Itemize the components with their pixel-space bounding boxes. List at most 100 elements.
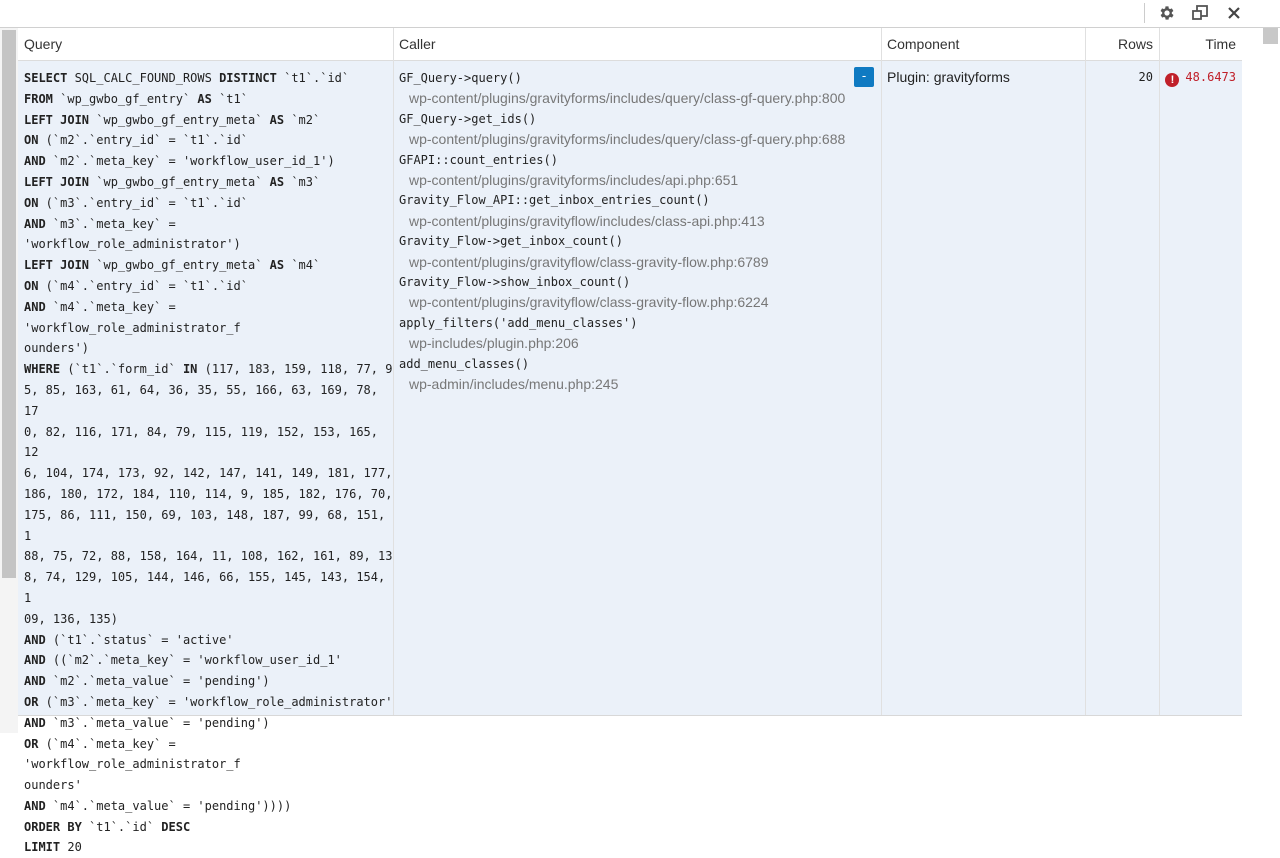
query-line: ON (`m3`.`entry_id` = `t1`.`id` — [24, 193, 393, 214]
query-line: 186, 180, 172, 184, 110, 114, 9, 185, 18… — [24, 484, 393, 505]
query-line: ounders' — [24, 775, 393, 796]
sql-text: 6, 104, 174, 173, 92, 142, 147, 141, 149… — [24, 466, 393, 481]
query-line: LEFT JOIN `wp_gwbo_gf_entry_meta` AS `m2… — [24, 110, 393, 131]
query-line: LEFT JOIN `wp_gwbo_gf_entry_meta` AS `m3… — [24, 172, 393, 193]
query-line: 09, 136, 135) — [24, 609, 393, 630]
close-icon[interactable] — [1224, 3, 1244, 23]
query-line: ON (`m4`.`entry_id` = `t1`.`id` — [24, 276, 393, 297]
right-scrollbar-thumb[interactable] — [1263, 28, 1278, 44]
popout-icon[interactable] — [1190, 3, 1210, 23]
caller-path: wp-content/plugins/gravityflow/class-gra… — [409, 253, 769, 270]
table-row: SELECT SQL_CALC_FOUND_ROWS DISTINCT `t1`… — [18, 61, 1242, 854]
sql-text: `m3` — [284, 174, 321, 189]
caller-function: Gravity_Flow_API::get_inbox_entries_coun… — [399, 193, 710, 208]
sql-keyword: AS — [269, 112, 285, 127]
sql-text: (117, 183, 159, 118, 77, 9 — [197, 362, 393, 377]
sql-keyword: AS — [269, 174, 285, 189]
sql-keyword: FROM — [24, 91, 53, 106]
header-query[interactable]: Query — [24, 28, 62, 61]
sql-text: `m3`.`meta_key` = 'workflow_role_adminis… — [24, 216, 241, 252]
query-line: SELECT SQL_CALC_FOUND_ROWS DISTINCT `t1`… — [24, 68, 393, 89]
sql-text: (`m2`.`entry_id` = `t1`.`id` — [38, 133, 248, 148]
query-line: AND (`t1`.`status` = 'active' — [24, 630, 393, 651]
sql-keyword: AS — [197, 91, 212, 106]
sql-text: 5, 85, 163, 61, 64, 36, 35, 55, 166, 63,… — [24, 382, 386, 418]
sql-text: `t1`.`id` — [276, 71, 350, 85]
sql-text: `t1` — [211, 91, 248, 106]
query-line: 0, 82, 116, 171, 84, 79, 115, 119, 152, … — [24, 422, 393, 464]
header-caller[interactable]: Caller — [399, 28, 436, 61]
sql-keyword: ON — [24, 195, 39, 210]
table-header: Query Caller Component Rows Time — [18, 28, 1242, 61]
caller-cell: GF_Query->query() wp-content/plugins/grav… — [393, 61, 881, 715]
query-line: AND `m2`.`meta_key` = 'workflow_user_id_… — [24, 151, 393, 172]
sql-keyword: OR — [24, 694, 39, 709]
query-line: 8, 74, 129, 105, 144, 146, 66, 155, 145,… — [24, 567, 393, 609]
caller-path: wp-content/plugins/gravityforms/includes… — [409, 131, 846, 148]
sql-keyword: DISTINCT — [219, 71, 277, 85]
gear-icon[interactable] — [1157, 3, 1177, 23]
header-component[interactable]: Component — [887, 28, 959, 61]
column-divider — [881, 28, 882, 61]
sql-text: ounders' — [24, 778, 82, 793]
query-line: ORDER BY `t1`.`id` DESC — [24, 817, 393, 838]
caller-function: GFAPI::count_entries() — [399, 152, 558, 167]
component-cell: Plugin: gravityforms — [887, 69, 1010, 85]
column-divider — [1159, 28, 1160, 61]
sql-text: 88, 75, 72, 88, 158, 164, 11, 108, 162, … — [24, 549, 393, 564]
column-divider — [881, 61, 882, 715]
time-cell: ! 48.6473 — [1159, 61, 1242, 715]
collapse-caller-button[interactable]: - — [854, 67, 874, 87]
query-line: ounders') — [24, 338, 393, 359]
sql-keyword: AND — [24, 798, 46, 813]
toolbar-separator — [1144, 3, 1145, 23]
sql-text: ((`m2`.`meta_key` = 'workflow_user_id_1' — [45, 653, 342, 668]
header-time[interactable]: Time — [1159, 28, 1236, 61]
sql-text: 09, 136, 135) — [24, 611, 118, 626]
caller-path: wp-content/plugins/gravityflow/class-gra… — [409, 294, 769, 311]
sql-text: `m2`.`meta_key` = 'workflow_user_id_1') — [45, 154, 335, 169]
sql-text: SQL_CALC_FOUND_ROWS — [67, 71, 220, 85]
caller-function: Gravity_Flow->show_inbox_count() — [399, 275, 631, 290]
sql-text: `wp_gwbo_gf_entry_meta` — [89, 258, 270, 273]
sql-text: `wp_gwbo_gf_entry_meta` — [89, 174, 270, 189]
caller-function: add_menu_classes() — [399, 356, 530, 371]
left-scrollbar-thumb[interactable] — [2, 30, 16, 578]
sql-keyword: AND — [24, 632, 46, 647]
query-line: AND `m4`.`meta_key` = 'workflow_role_adm… — [24, 297, 393, 339]
query-line: 88, 75, 72, 88, 158, 164, 11, 108, 162, … — [24, 546, 393, 567]
sql-text: 186, 180, 172, 184, 110, 114, 9, 185, 18… — [24, 486, 393, 501]
caller-path: wp-content/plugins/gravityflow/includes/… — [409, 212, 765, 229]
column-divider — [393, 61, 394, 715]
right-scrollbar[interactable] — [1261, 28, 1280, 733]
column-divider — [1085, 28, 1086, 61]
left-scrollbar[interactable] — [0, 28, 18, 733]
query-line: 175, 86, 111, 150, 69, 103, 148, 187, 99… — [24, 505, 393, 547]
column-divider — [393, 28, 394, 61]
sql-text: `wp_gwbo_gf_entry_meta` — [89, 112, 270, 127]
caller-path: wp-includes/plugin.php:206 — [409, 335, 579, 352]
sql-text: (`m4`.`meta_key` = 'workflow_role_admini… — [24, 736, 241, 772]
sql-keyword: SELECT — [24, 71, 68, 85]
header-rows[interactable]: Rows — [1085, 28, 1153, 61]
sql-keyword: AND — [24, 674, 46, 689]
caller-function: GF_Query->get_ids() — [399, 111, 537, 126]
caller-path: wp-content/plugins/gravityforms/includes… — [409, 172, 739, 189]
query-line: OR (`m3`.`meta_key` = 'workflow_role_adm… — [24, 692, 393, 713]
sql-keyword: ON — [24, 133, 39, 148]
query-line: OR (`m4`.`meta_key` = 'workflow_role_adm… — [24, 734, 393, 776]
sql-text: `wp_gwbo_gf_entry` — [52, 91, 198, 106]
sql-text: 0, 82, 116, 171, 84, 79, 115, 119, 152, … — [24, 424, 386, 460]
sql-text: ounders') — [24, 341, 90, 356]
query-line: WHERE (`t1`.`form_id` IN (117, 183, 159,… — [24, 359, 393, 380]
sql-keyword: AND — [24, 299, 46, 314]
query-line: AND `m2`.`meta_value` = 'pending') — [24, 671, 393, 692]
caller-path: wp-admin/includes/menu.php:245 — [409, 376, 619, 393]
query-line: 5, 85, 163, 61, 64, 36, 35, 55, 166, 63,… — [24, 380, 393, 422]
query-line: 6, 104, 174, 173, 92, 142, 147, 141, 149… — [24, 463, 393, 484]
query-line: LEFT JOIN `wp_gwbo_gf_entry_meta` AS `m4… — [24, 255, 393, 276]
sql-text: `t1`.`id` — [81, 819, 162, 834]
sql-text: `m2` — [284, 112, 321, 127]
sql-text: (`m3`.`entry_id` = `t1`.`id` — [38, 195, 248, 210]
query-line: AND `m4`.`meta_value` = 'pending')))) — [24, 796, 393, 817]
